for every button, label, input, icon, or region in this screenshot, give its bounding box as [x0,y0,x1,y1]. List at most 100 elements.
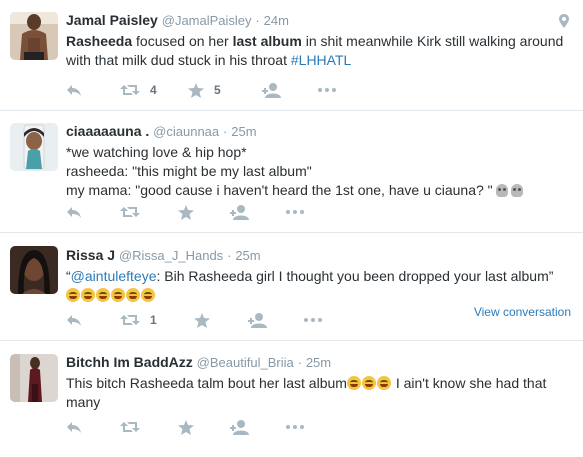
tweet-header: Rissa J @Rissa_J_Hands · 25m [66,246,571,265]
avatar[interactable] [10,123,58,171]
avatar[interactable] [10,12,58,60]
tweet-actions [66,202,366,222]
follow-button[interactable] [262,80,282,100]
reply-button[interactable] [66,310,82,330]
keyword: last album [232,33,302,49]
separator-dot: · [227,248,232,263]
skull-emoji-icon [510,184,523,197]
avatar[interactable] [10,354,58,402]
user-handle[interactable]: @Beautiful_Briia [197,355,294,370]
timestamp[interactable]: 25m [231,124,256,139]
tweet-header: ciaaaaauna . @ciaunnaa · 25m [66,122,571,141]
user-handle[interactable]: @ciaunnaa [153,124,219,139]
more-button[interactable] [304,310,322,330]
tweet-actions: 4 5 [66,80,366,100]
follow-button[interactable] [230,202,250,222]
retweet-button[interactable] [120,417,140,437]
retweet-icon [120,422,140,432]
emoji-row [66,286,571,305]
tweet-text: Rasheeda focused on her last album in sh… [66,32,571,70]
follow-button[interactable] [248,310,268,330]
retweet-icon [120,85,140,95]
favorite-button[interactable] [194,310,210,330]
reply-icon [67,85,81,96]
more-icon [286,425,304,429]
reply-button[interactable] [66,417,82,437]
tweet-header: Bitchh Im BaddAzz @Beautiful_Briia · 25m [66,353,571,372]
laughing-emoji-icon [141,288,155,302]
retweet-button[interactable]: 4 [120,80,157,100]
follow-button[interactable] [230,417,250,437]
user-name[interactable]: Bitchh Im BaddAzz [66,354,193,370]
timestamp[interactable]: 24m [264,13,289,28]
text-part: This bitch Rasheeda talm bout her last a… [66,375,347,391]
favorite-button[interactable] [178,202,194,222]
tweet-actions: 1 [66,310,366,330]
separator-dot: · [297,355,302,370]
laughing-emoji-icon [66,288,80,302]
tweet-content: ciaaaaauna . @ciaunnaa · 25m *we watchin… [66,122,571,200]
tweet-content: Rissa J @Rissa_J_Hands · 25m “@aintuleft… [66,246,571,305]
more-icon [304,318,322,322]
follow-icon [230,204,249,220]
tweet-header: Jamal Paisley @JamalPaisley · 24m [66,11,571,30]
text-line: rasheeda: "this might be my last album" [66,163,312,179]
follow-icon [262,82,281,98]
tweet-content: Jamal Paisley @JamalPaisley · 24m Rashee… [66,11,571,70]
hashtag-link[interactable]: #LHHATL [291,52,351,68]
tweet-feed: Jamal Paisley @JamalPaisley · 24m Rashee… [0,0,583,457]
user-handle[interactable]: @Rissa_J_Hands [119,248,223,263]
follow-icon [248,312,267,328]
user-name[interactable]: Rissa J [66,247,115,263]
more-button[interactable] [318,80,336,100]
star-icon [178,204,194,220]
avatar[interactable] [10,246,58,294]
tweet[interactable]: ciaaaaauna . @ciaunnaa · 25m *we watchin… [0,111,583,233]
reply-button[interactable] [66,80,82,100]
reply-icon [67,207,81,218]
star-icon [194,312,210,328]
more-button[interactable] [286,202,304,222]
laughing-emoji-icon [126,288,140,302]
tweet-content: Bitchh Im BaddAzz @Beautiful_Briia · 25m… [66,353,571,412]
retweet-button[interactable] [120,202,140,222]
reply-icon [67,422,81,433]
user-handle[interactable]: @JamalPaisley [162,13,252,28]
laughing-emoji-icon [376,376,391,390]
timestamp[interactable]: 25m [235,248,260,263]
keyword: Rasheeda [66,33,133,49]
tweet[interactable]: Bitchh Im BaddAzz @Beautiful_Briia · 25m… [0,341,583,457]
mention-link[interactable]: @aintulefteye [71,268,157,284]
more-button[interactable] [286,417,304,437]
tweet-actions [66,417,366,437]
laughing-emoji-icon [96,288,110,302]
tweet[interactable]: Jamal Paisley @JamalPaisley · 24m Rashee… [0,0,583,111]
favorite-button[interactable]: 5 [188,80,221,100]
text-part: focused on her [132,33,233,49]
tweet-text: This bitch Rasheeda talm bout her last a… [66,374,571,412]
retweet-count: 4 [150,83,157,97]
user-name[interactable]: Jamal Paisley [66,12,158,28]
text-line-with-emoji: my mama: "good cause i haven't heard the… [66,181,571,200]
laughing-emoji-icon [81,288,95,302]
reply-icon [67,315,81,326]
favorite-button[interactable] [178,417,194,437]
skull-emoji-icon [495,184,508,197]
more-icon [286,210,304,214]
retweet-count: 1 [150,313,157,327]
separator-dot: · [223,124,228,139]
retweet-button[interactable]: 1 [120,310,157,330]
reply-button[interactable] [66,202,82,222]
text-line: *we watching love & hip hop* [66,144,247,160]
laughing-emoji-icon [111,288,125,302]
timestamp[interactable]: 25m [306,355,331,370]
text-line: my mama: "good cause i haven't heard the… [66,182,493,198]
retweet-icon [120,315,140,325]
view-conversation-link[interactable]: View conversation [474,305,571,319]
tweet[interactable]: Rissa J @Rissa_J_Hands · 25m “@aintuleft… [0,233,583,341]
star-icon [188,82,204,98]
tweet-text: *we watching love & hip hop* rasheeda: "… [66,143,571,200]
separator-dot: · [255,13,260,28]
user-name[interactable]: ciaaaaauna . [66,123,149,139]
laughing-emoji-icon [346,376,361,390]
